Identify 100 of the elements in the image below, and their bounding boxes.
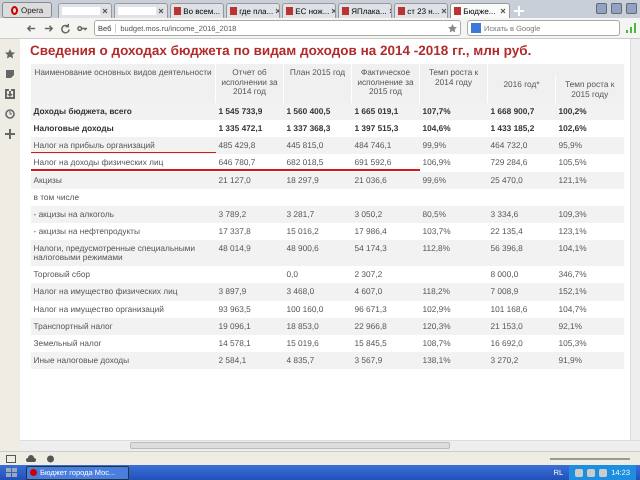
- table-cell: 19 096,1: [218, 320, 251, 331]
- browser-tab[interactable]: ЯПлака...: [338, 3, 392, 18]
- table-cell: 16 692,0: [490, 338, 523, 348]
- table-cell: 22 135,4: [490, 226, 523, 236]
- menu-button[interactable]: Opera: [2, 2, 52, 18]
- browser-tab[interactable]: [114, 3, 168, 18]
- table-cell: 102,6%: [558, 123, 587, 134]
- table-cell: 104,6%: [422, 123, 451, 134]
- download-icon[interactable]: [5, 89, 15, 99]
- table-cell: 1 560 400,5: [286, 106, 330, 116]
- table-cell: 120,3%: [422, 320, 451, 331]
- table-cell: 18 297,9: [286, 174, 319, 185]
- table-cell: 104,7%: [558, 304, 587, 314]
- clock-icon[interactable]: [5, 109, 15, 119]
- star-icon[interactable]: [5, 49, 15, 59]
- table-cell: 48 014,9: [218, 243, 251, 254]
- panel-icon[interactable]: [6, 454, 16, 462]
- table-cell: 95,9%: [558, 140, 582, 150]
- vertical-scrollbar[interactable]: [630, 39, 640, 440]
- table-cell: 101 168,6: [490, 304, 528, 314]
- windows-logo-icon[interactable]: [4, 467, 20, 478]
- table-cell: 96 671,3: [354, 304, 387, 314]
- table-cell: 107,7%: [422, 106, 451, 116]
- page-title: Сведения о доходах бюджета по видам доходов на 2014 -2018 гг., млн руб.: [30, 43, 532, 58]
- browser-tab[interactable]: ЕС нож...: [282, 3, 336, 18]
- table-cell: 99,9%: [422, 140, 446, 150]
- table-cell: 15 019,6: [286, 338, 319, 348]
- column-header: Темп роста к 2014 году: [420, 64, 488, 104]
- table-cell: 17 337,8: [218, 226, 251, 236]
- table-cell: 121,1%: [558, 174, 587, 185]
- table-cell-text: Иные налоговые доходы: [34, 356, 130, 367]
- table-cell: 112,8%: [422, 243, 450, 254]
- reload-icon[interactable]: [60, 22, 71, 34]
- table-cell: 3 270,2: [490, 354, 518, 365]
- note-icon[interactable]: [5, 69, 15, 79]
- table-cell: 17 986,4: [354, 226, 387, 236]
- table-cell: 105,3%: [558, 338, 587, 348]
- scrollbar-thumb[interactable]: [130, 442, 450, 449]
- table-cell: 646 780,7: [218, 157, 256, 168]
- browser-tab[interactable]: Бюдже...: [450, 3, 510, 18]
- table-cell: 109,3%: [558, 208, 587, 219]
- table-cell: Налог на доходы физических лиц: [34, 158, 212, 171]
- column-header: План 2015 год: [284, 64, 352, 104]
- browser-tab[interactable]: ст 23 н...: [394, 3, 448, 18]
- table-cell: 1 665 019,1: [354, 106, 398, 116]
- table-cell: 25 470,0: [490, 174, 523, 185]
- table-cell: 123,1%: [558, 226, 587, 236]
- table-cell: 7 008,9: [490, 286, 518, 296]
- column-header: Фактическое исполнение за 2015 год: [352, 64, 420, 104]
- table-cell: 152,1%: [558, 286, 587, 296]
- redacted-block: [62, 7, 100, 15]
- table-cell: 102,9%: [422, 304, 451, 314]
- column-header: Наименование основных видов деятельности: [30, 64, 216, 104]
- table-cell-text: Торговый сбор: [34, 270, 92, 282]
- table-cell: 2 307,2: [354, 269, 382, 280]
- table-cell-text: Налог на имущество физических лиц: [34, 287, 179, 298]
- table-cell: 3 789,2: [218, 208, 246, 219]
- plus-icon[interactable]: [5, 129, 15, 139]
- table-cell-text: - акцизы на алкоголь: [34, 210, 116, 221]
- column-header: Отчет об исполнении за 2014 год: [216, 64, 284, 104]
- table-cell: 445 815,0: [286, 140, 324, 150]
- table-cell: 91,9%: [558, 354, 582, 365]
- forward-icon[interactable]: [43, 22, 54, 34]
- table-cell: 106,9%: [422, 157, 451, 168]
- table-cell: 21 036,6: [354, 174, 387, 185]
- browser-tab[interactable]: [58, 3, 112, 18]
- table-cell: 92,1%: [558, 320, 582, 331]
- table-cell: 4 607,0: [354, 286, 382, 296]
- back-icon[interactable]: [26, 22, 37, 34]
- cloud-icon[interactable]: [26, 455, 36, 462]
- table-cell: 1 337 368,3: [286, 123, 330, 134]
- table-cell: 99,6%: [422, 174, 446, 185]
- table-cell: 18 853,0: [286, 320, 319, 331]
- table-cell-text: в том числе: [34, 192, 80, 204]
- table-cell: 3 050,2: [354, 208, 382, 219]
- table-cell: 1 335 472,1: [218, 123, 262, 134]
- table-cell: 3 567,9: [354, 354, 382, 365]
- table-cell-text: Акцизы: [34, 176, 63, 187]
- star-icon[interactable]: [448, 24, 457, 32]
- table-cell: 103,7%: [422, 226, 451, 236]
- table-cell: 1 668 900,7: [490, 106, 534, 116]
- table-cell: 22 966,8: [354, 320, 387, 331]
- table-cell-text: Налоги, предусмотренные специальными налоговыми режимами: [34, 244, 196, 264]
- table-cell: 3 281,7: [286, 208, 314, 219]
- browser-tab[interactable]: где пла...: [226, 3, 280, 18]
- table-cell: 104,1%: [558, 243, 587, 254]
- table-cell: 100,2%: [558, 106, 587, 116]
- table-cell: 100 160,0: [286, 304, 324, 314]
- browser-tab[interactable]: Во всем...: [170, 3, 224, 18]
- table-cell: 2 584,1: [218, 354, 246, 365]
- table-cell: 346,7%: [558, 269, 587, 280]
- table-cell: 108,7%: [422, 338, 451, 348]
- table-cell: 80,5%: [422, 208, 446, 219]
- table-cell: 464 732,0: [490, 140, 528, 150]
- table-cell: 485 429,8: [218, 140, 256, 150]
- table-cell: 15 016,2: [286, 226, 319, 236]
- table-cell: 14 578,1: [218, 338, 251, 348]
- table-cell: 3 468,0: [286, 286, 314, 296]
- table-cell: 729 284,6: [490, 157, 528, 168]
- table-cell-text: Земельный налог: [34, 338, 103, 350]
